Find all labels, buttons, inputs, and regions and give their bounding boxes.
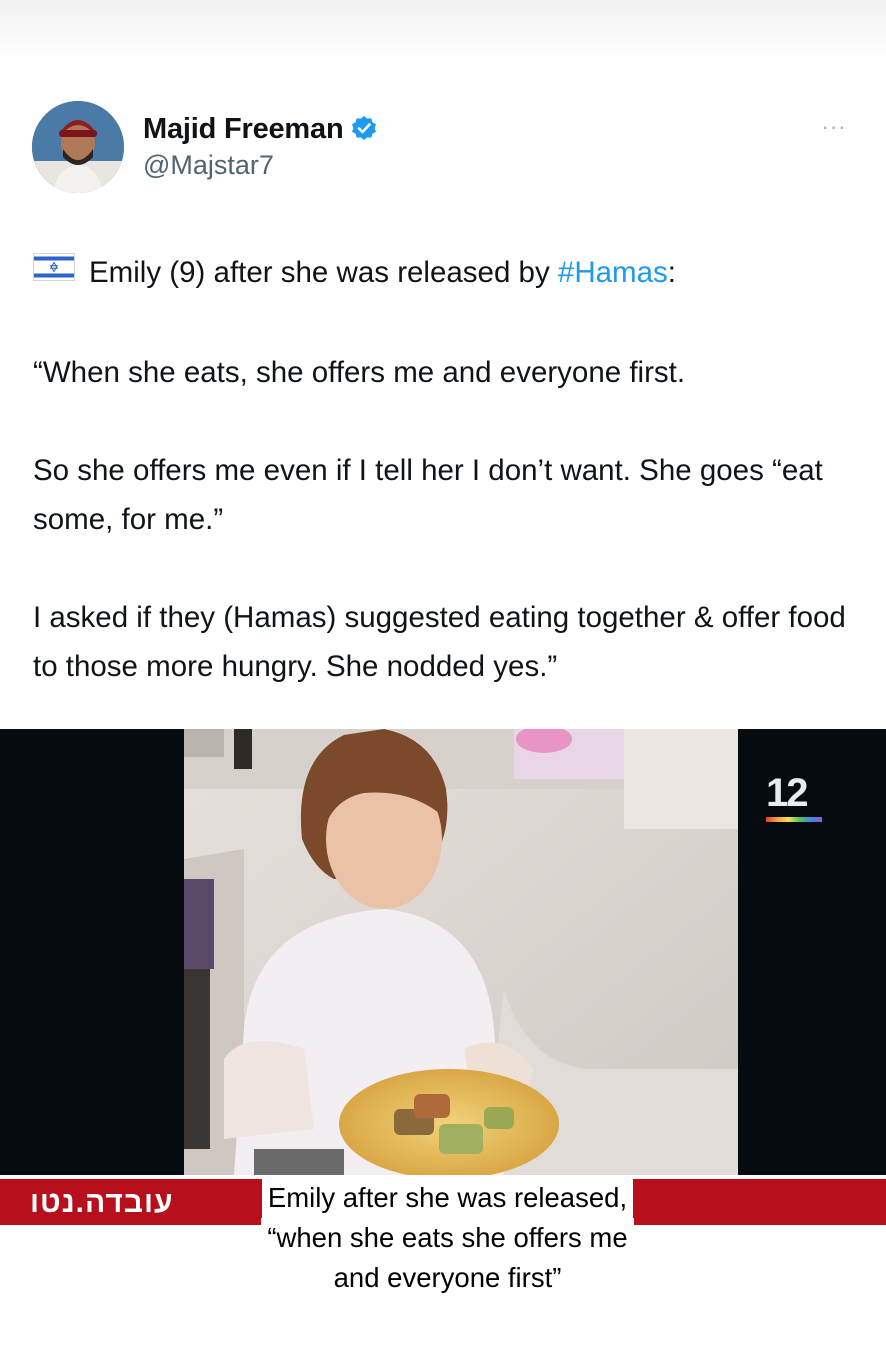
verified-badge-icon xyxy=(349,114,379,144)
more-options-icon[interactable]: ··· xyxy=(814,112,854,142)
tweet-paragraph-2: “When she eats, she offers me and everyo… xyxy=(33,355,686,389)
israel-flag-icon xyxy=(33,247,75,296)
author-display-name[interactable]: Majid Freeman xyxy=(143,113,344,146)
caption-line-1: Emily after she was released, xyxy=(261,1178,634,1218)
author-name-row: Majid Freeman xyxy=(143,110,379,148)
tweet-line-1-suffix: : xyxy=(667,256,676,289)
tweet-line-1-text: Emily (9) after she was released by xyxy=(89,256,558,289)
news-bar-label: עובדה.נטו xyxy=(30,1186,174,1219)
caption-line-3: and everyone first” xyxy=(327,1258,568,1298)
tweet-paragraph-3: So she offers me even if I tell her I do… xyxy=(33,453,823,536)
author-handle[interactable]: @Majstar7 xyxy=(143,150,274,181)
channel-12-logo: 12 xyxy=(766,771,808,815)
video-player[interactable]: 12 xyxy=(0,729,886,1175)
top-fade xyxy=(0,0,886,60)
tweet-text: Emily (9) after she was released by #Ham… xyxy=(33,248,863,691)
channel-logo-stripe xyxy=(766,817,822,822)
hashtag-link[interactable]: #Hamas xyxy=(558,256,668,289)
tweet-line-1: Emily (9) after she was released by #Ham… xyxy=(33,248,863,299)
caption-line-2: “when she eats she offers me xyxy=(261,1218,634,1258)
tweet-paragraph-4: I asked if they (Hamas) suggested eating… xyxy=(33,600,846,683)
video-frame-image xyxy=(184,729,738,1175)
author-avatar[interactable] xyxy=(32,101,124,193)
video-caption: Emily after she was released, “when she … xyxy=(225,1178,670,1298)
